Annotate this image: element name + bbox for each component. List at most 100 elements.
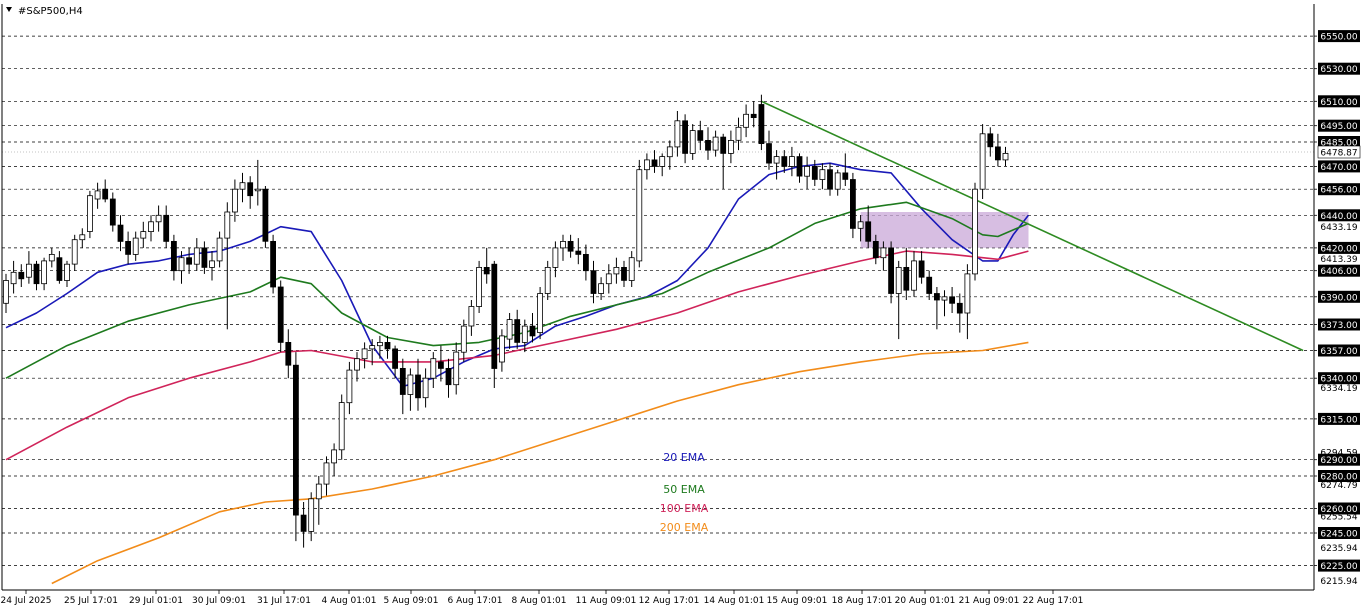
time-axis-label: 20 Aug 01:01 [895,596,956,606]
price-badge-label: 6373.00 [1320,321,1357,331]
time-axis-label: 21 Aug 09:01 [959,596,1020,606]
candle-body-bull [644,159,650,171]
candle-body-bear [842,172,849,180]
candle-body-bull [79,234,86,241]
time-axis-label: 14 Aug 01:01 [704,596,765,606]
price-chart[interactable]: 6550.006530.006510.006495.006485.006470.… [0,0,1362,611]
candle-body-bear [583,253,589,272]
time-axis-label: 30 Jul 09:01 [192,596,246,606]
candle-body-bear [445,367,452,386]
candle [270,234,277,294]
price-badge-label: 6510.00 [1320,98,1357,108]
consolidation-zone [860,212,1029,248]
candle [537,287,543,340]
candle-body-bull [941,296,948,301]
candle-body-bull [338,402,345,451]
candle-body-bull [178,257,185,272]
candle-body-bear [651,159,658,167]
candle-body-bear [170,240,177,272]
candle-body-bull [979,133,986,190]
candle [262,186,269,248]
candle-body-bull [460,325,467,353]
candle-body-bull [804,165,810,177]
candle-body-bear [529,325,536,337]
candle-body-bull [430,358,437,379]
candle-body-bear [705,139,711,151]
candle-body-bear [384,341,391,350]
price-badge-label: 6390.00 [1320,293,1357,303]
price-badge-label: 6225.00 [1320,562,1357,572]
consolidation-zone-rect [860,212,1029,248]
candle-body-bull [613,266,620,275]
time-axis-label: 5 Aug 09:01 [384,596,439,606]
price-badge-label: 6440.00 [1320,212,1357,222]
candle-body-bear [949,296,955,304]
candle-body-bull [666,146,673,158]
candle-body-bull [148,221,154,233]
candle-body-bear [186,257,193,265]
time-axis-label: 25 Jul 17:01 [64,596,118,606]
time-axis-label: 18 Aug 17:01 [832,596,893,606]
candle-body-bull [911,260,917,291]
candle-body-bear [796,156,803,177]
candle-body-bear [682,120,688,154]
price-badge-label: 6550.00 [1320,33,1357,43]
price-badge-label: 6406.00 [1320,267,1357,277]
candle-body-bull [346,369,353,404]
candle-body-bull [224,211,231,239]
price-axis-label: 6235.94 [1320,544,1357,554]
candle-body-bear [18,271,25,280]
candle-body-bull [498,335,505,363]
candle-body-bear [850,179,856,229]
candle-body-bear [590,270,597,294]
ema-legend: 20 EMA 50 EMA 100 EMA 200 EMA [660,451,709,534]
candle-body-bull [209,260,215,268]
candle-body-bear [483,266,490,275]
price-badge-label: 6470.00 [1320,163,1357,173]
candle [476,260,483,313]
candle-body-bear [392,348,399,369]
time-axis-label: 31 Jul 17:01 [257,596,311,606]
candle-body-bull [331,449,338,464]
time-axis-label: 4 Aug 01:01 [322,596,377,606]
candle-body-bull [193,247,200,265]
candle-body-bull [216,237,223,262]
candle-body-bull [369,345,376,350]
time-axis-label: 24 Jul 2025 [1,596,52,606]
candle-body-bull [743,113,749,128]
legend-ema20: 20 EMA [663,451,705,464]
candle [292,352,299,542]
candle [277,280,284,353]
candle-body-bear [117,224,124,242]
candle-body-bear [758,104,765,144]
candle [338,394,345,460]
candle-body-bull [361,348,368,360]
price-axis-label: 6433.19 [1320,223,1357,233]
candle-body-bull [3,280,9,304]
price-axis-label: 6215.94 [1320,577,1357,587]
candle-body-bear [827,169,833,190]
price-badge-label: 6357.00 [1320,347,1357,357]
candle-body-bull [231,188,238,213]
candle-body-bull [376,341,383,347]
price-badge-label: 6340.00 [1320,375,1357,385]
candle-body-bull [735,126,742,141]
candle-body-bear [415,374,421,399]
candle-body-bull [544,266,551,294]
candle-body-bull [880,247,887,259]
legend-ema200: 200 EMA [660,521,709,534]
candle-body-bear [567,240,574,252]
candle-body-bear [277,286,284,343]
time-axis-label: 8 Aug 01:01 [512,596,567,606]
candle-body-bull [315,483,322,500]
candle-body-bull [453,351,460,386]
chart-header: #S&P500,H4 [6,6,83,17]
candle-body-bull [819,169,826,180]
candle-body-bear [56,257,63,281]
time-axis-label: 29 Jul 01:01 [129,596,183,606]
candle-body-bear [102,188,109,200]
candle-body-bear [247,182,254,197]
chart-root: 6550.00 6530.00 6510.00 6495.00 6485.00 6470.… [0,0,1362,611]
candle-body-bear [109,198,116,226]
candle-body-bull [659,156,666,167]
